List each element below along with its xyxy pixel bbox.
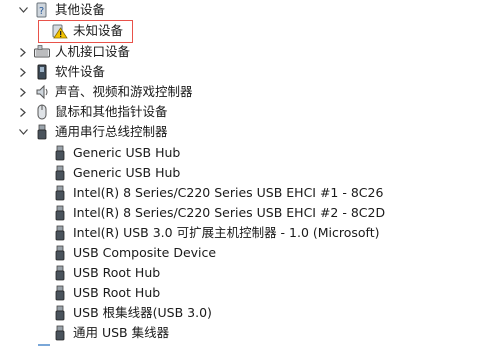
tree-label: Generic USB Hub (73, 145, 181, 160)
usb-device-item[interactable]: Generic USB Hub (52, 143, 180, 163)
chevron-down-icon[interactable] (18, 122, 28, 142)
tree-label: 通用 USB 集线器 (73, 325, 170, 340)
usb-icon (52, 305, 68, 321)
usb-device-item[interactable]: 通用 USB 集线器 (52, 323, 169, 343)
chevron-right-icon[interactable] (18, 82, 28, 102)
tree-node-audio[interactable]: 声音、视频和游戏控制器 (18, 82, 193, 102)
usb-icon (52, 145, 68, 161)
keyboard-icon (34, 44, 50, 60)
partial-next-item (38, 344, 50, 346)
tree-label: 通用串行总线控制器 (55, 124, 168, 139)
tree-node-software-devices[interactable]: 软件设备 (18, 62, 105, 82)
usb-icon (52, 225, 68, 241)
software-device-icon (34, 64, 50, 80)
usb-icon (34, 124, 50, 140)
usb-device-item[interactable]: Intel(R) USB 3.0 可扩展主机控制器 - 1.0 (Microso… (52, 223, 380, 243)
tree-label: USB 根集线器(USB 3.0) (73, 305, 212, 320)
usb-device-item[interactable]: USB Composite Device (52, 243, 216, 263)
tree-label: 其他设备 (55, 2, 106, 17)
usb-device-item[interactable]: Generic USB Hub (52, 163, 180, 183)
tree-label: USB Root Hub (73, 265, 161, 280)
tree-node-usb-controllers[interactable]: 通用串行总线控制器 (18, 122, 168, 142)
tree-label: USB Root Hub (73, 285, 161, 300)
tree-label: Intel(R) 8 Series/C220 Series USB EHCI #… (73, 205, 386, 220)
usb-icon (52, 265, 68, 281)
usb-icon (52, 185, 68, 201)
usb-device-item[interactable]: USB 根集线器(USB 3.0) (52, 303, 212, 323)
usb-icon (52, 325, 68, 341)
tree-label: 鼠标和其他指针设备 (55, 104, 168, 119)
svg-text:?: ? (39, 6, 44, 17)
mouse-icon (34, 104, 50, 120)
tree-label: USB Composite Device (73, 245, 217, 260)
speaker-icon (34, 84, 50, 100)
tree-label: 声音、视频和游戏控制器 (55, 84, 193, 99)
tree-label: Generic USB Hub (73, 165, 181, 180)
other-devices-icon: ? (34, 2, 50, 18)
tree-node-unknown-device[interactable]: 未知设备 (52, 21, 123, 41)
usb-icon (52, 285, 68, 301)
chevron-right-icon[interactable] (18, 62, 28, 82)
warning-icon (52, 23, 68, 39)
usb-icon (52, 205, 68, 221)
chevron-down-icon[interactable] (18, 0, 28, 20)
usb-icon (52, 245, 68, 261)
tree-label: Intel(R) 8 Series/C220 Series USB EHCI #… (73, 185, 384, 200)
tree-label: 软件设备 (55, 64, 106, 79)
tree-node-hid[interactable]: 人机接口设备 (18, 42, 130, 62)
tree-node-other-devices[interactable]: ? 其他设备 (18, 0, 105, 20)
tree-label: 人机接口设备 (55, 44, 131, 59)
usb-device-item[interactable]: Intel(R) 8 Series/C220 Series USB EHCI #… (52, 183, 383, 203)
usb-device-item[interactable]: USB Root Hub (52, 283, 160, 303)
usb-device-item[interactable]: USB Root Hub (52, 263, 160, 283)
tree-label: Intel(R) USB 3.0 可扩展主机控制器 - 1.0 (Microso… (73, 225, 380, 240)
usb-icon (52, 165, 68, 181)
tree-node-mice[interactable]: 鼠标和其他指针设备 (18, 102, 168, 122)
chevron-right-icon[interactable] (18, 42, 28, 62)
usb-device-item[interactable]: Intel(R) 8 Series/C220 Series USB EHCI #… (52, 203, 385, 223)
chevron-right-icon[interactable] (18, 102, 28, 122)
tree-label: 未知设备 (73, 23, 124, 38)
